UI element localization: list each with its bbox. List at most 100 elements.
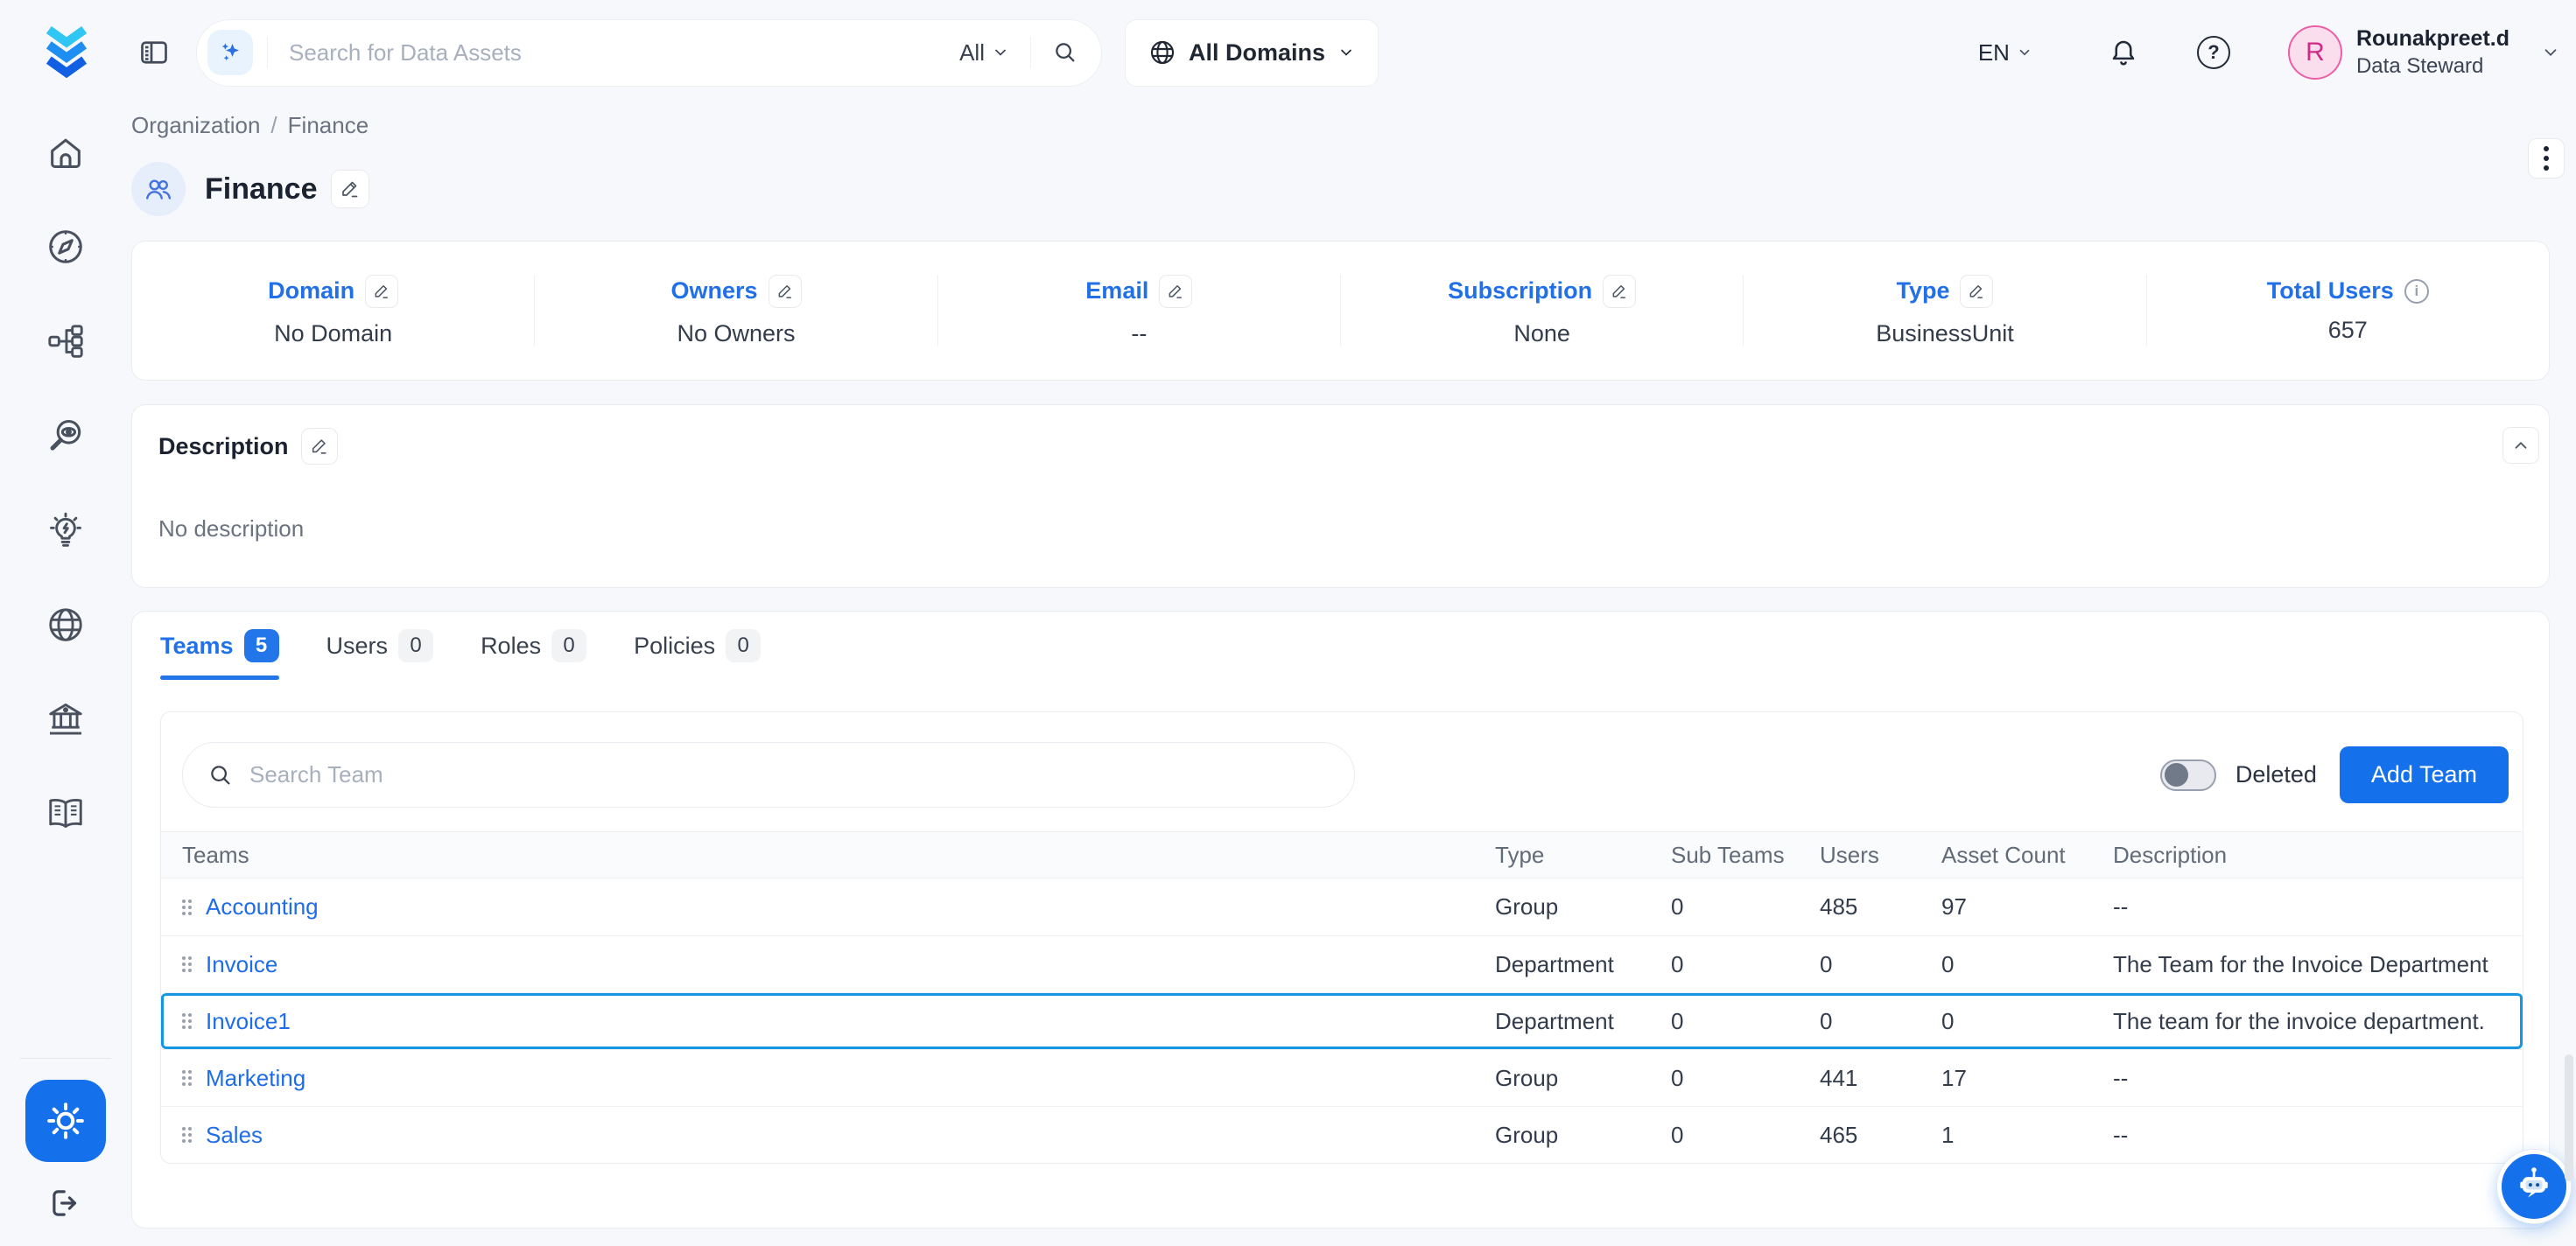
team-type: Group bbox=[1495, 1122, 1671, 1149]
drag-handle[interactable] bbox=[182, 956, 192, 972]
tab-teams[interactable]: Teams 5 bbox=[160, 612, 279, 680]
breadcrumb-organization[interactable]: Organization bbox=[131, 112, 260, 139]
team-users: 0 bbox=[1820, 1008, 1941, 1035]
user-menu[interactable]: Rounakpreet.d Data Steward bbox=[2356, 25, 2509, 79]
team-link-invoice[interactable]: Invoice bbox=[206, 951, 277, 978]
info-field-domain: Domain No Domain bbox=[132, 275, 534, 347]
sidebar-item-insights[interactable] bbox=[0, 483, 131, 578]
team-users: 0 bbox=[1820, 951, 1941, 978]
column-header-asset-count: Asset Count bbox=[1941, 842, 2113, 869]
sidebar-item-logout[interactable] bbox=[47, 1185, 84, 1222]
left-sidebar bbox=[0, 105, 131, 1246]
team-description: -- bbox=[2113, 1122, 2523, 1149]
sidebar-item-observability[interactable] bbox=[0, 388, 131, 483]
gear-icon bbox=[45, 1100, 87, 1142]
tab-policies[interactable]: Policies 0 bbox=[634, 612, 761, 680]
global-search-input[interactable] bbox=[268, 39, 959, 66]
drag-handle[interactable] bbox=[182, 1013, 192, 1029]
chatbot-button[interactable] bbox=[2497, 1150, 2571, 1223]
team-sub-teams: 0 bbox=[1671, 951, 1820, 978]
tab-policies-label: Policies bbox=[634, 633, 715, 660]
column-header-teams: Teams bbox=[161, 842, 1495, 869]
edit-email-button[interactable] bbox=[1159, 275, 1192, 308]
tab-roles[interactable]: Roles 0 bbox=[481, 612, 586, 680]
chevron-down-icon[interactable] bbox=[2541, 43, 2560, 62]
pencil-icon bbox=[776, 283, 794, 300]
sidebar-item-domains[interactable] bbox=[0, 578, 131, 672]
pencil-icon bbox=[310, 437, 329, 456]
edit-owners-button[interactable] bbox=[769, 275, 802, 308]
drag-handle[interactable] bbox=[182, 900, 192, 915]
team-users: 465 bbox=[1820, 1122, 1941, 1149]
sidebar-item-settings[interactable] bbox=[25, 1080, 106, 1162]
edit-description-button[interactable] bbox=[301, 428, 338, 465]
deleted-toggle[interactable] bbox=[2160, 760, 2216, 791]
teams-table-panel: Deleted Add Team Teams Type Sub Teams Us… bbox=[160, 711, 2523, 1164]
team-link-invoice1[interactable]: Invoice1 bbox=[206, 1008, 291, 1035]
sidebar-item-data-flow[interactable] bbox=[0, 294, 131, 388]
team-link-accounting[interactable]: Accounting bbox=[206, 893, 319, 920]
sidebar-item-home[interactable] bbox=[0, 105, 131, 200]
team-asset-count: 0 bbox=[1941, 1008, 2113, 1035]
domain-value: No Domain bbox=[274, 320, 392, 347]
team-link-marketing[interactable]: Marketing bbox=[206, 1065, 305, 1092]
email-value: -- bbox=[1131, 320, 1147, 347]
breadcrumb: Organization / Finance bbox=[131, 112, 2576, 139]
notifications-bell-icon[interactable] bbox=[2108, 37, 2139, 68]
team-description: The Team for the Invoice Department bbox=[2113, 951, 2523, 978]
domain-label: Domain bbox=[268, 277, 354, 304]
edit-title-button[interactable] bbox=[331, 170, 369, 208]
language-value: EN bbox=[1978, 39, 2010, 66]
tab-users[interactable]: Users 0 bbox=[326, 612, 434, 680]
info-icon: i bbox=[2404, 279, 2429, 304]
collapse-description-button[interactable] bbox=[2502, 427, 2539, 464]
search-scope-dropdown[interactable]: All bbox=[959, 39, 1009, 66]
edit-subscription-button[interactable] bbox=[1603, 275, 1636, 308]
sidebar-toggle-icon[interactable] bbox=[138, 37, 170, 68]
info-field-email: Email -- bbox=[938, 275, 1340, 347]
manage-menu-button[interactable] bbox=[2528, 138, 2565, 178]
scrollbar-thumb[interactable] bbox=[2565, 1054, 2573, 1181]
description-panel: Description No description bbox=[131, 404, 2550, 588]
search-icon[interactable] bbox=[1052, 39, 1078, 66]
language-selector[interactable]: EN bbox=[1978, 39, 2032, 66]
domain-selector[interactable]: All Domains bbox=[1125, 19, 1379, 87]
edit-domain-button[interactable] bbox=[365, 275, 398, 308]
team-type: Department bbox=[1495, 951, 1671, 978]
tab-roles-label: Roles bbox=[481, 633, 541, 660]
add-team-button[interactable]: Add Team bbox=[2340, 746, 2509, 803]
deleted-toggle-label: Deleted bbox=[2236, 761, 2317, 788]
team-link-sales[interactable]: Sales bbox=[206, 1122, 263, 1149]
owners-value: No Owners bbox=[677, 320, 795, 347]
total-users-value: 657 bbox=[2328, 317, 2368, 344]
tab-teams-count: 5 bbox=[244, 629, 279, 662]
edit-type-button[interactable] bbox=[1960, 275, 1993, 308]
robot-icon bbox=[2511, 1164, 2557, 1209]
drag-handle[interactable] bbox=[182, 1070, 192, 1086]
team-search-input[interactable] bbox=[249, 761, 1330, 788]
table-row: Invoice Department 0 0 0 The Team for th… bbox=[161, 935, 2523, 992]
team-type: Group bbox=[1495, 893, 1671, 920]
breadcrumb-finance[interactable]: Finance bbox=[288, 112, 369, 139]
bank-icon bbox=[46, 699, 86, 739]
ai-sparkle-button[interactable] bbox=[207, 30, 253, 75]
drag-handle[interactable] bbox=[182, 1127, 192, 1143]
top-bar: All All Domains EN ? R Rounakpreet.d bbox=[0, 0, 2576, 105]
help-icon[interactable]: ? bbox=[2197, 36, 2230, 69]
sidebar-item-govern[interactable] bbox=[0, 672, 131, 766]
app-logo-icon[interactable] bbox=[35, 21, 98, 84]
table-controls: Deleted Add Team bbox=[161, 712, 2523, 831]
subscription-label: Subscription bbox=[1448, 277, 1592, 304]
chevron-down-icon bbox=[1337, 44, 1355, 61]
user-avatar[interactable]: R bbox=[2288, 25, 2342, 80]
team-type: Department bbox=[1495, 1008, 1671, 1035]
sidebar-item-learning[interactable] bbox=[0, 766, 131, 861]
tab-bar: Teams 5 Users 0 Roles 0 Policies 0 bbox=[132, 612, 2549, 680]
user-role: Data Steward bbox=[2356, 53, 2509, 80]
column-header-type: Type bbox=[1495, 842, 1671, 869]
divider bbox=[1030, 37, 1031, 68]
compass-icon bbox=[46, 227, 86, 267]
sidebar-item-explore[interactable] bbox=[0, 200, 131, 294]
team-asset-count: 97 bbox=[1941, 893, 2113, 920]
tab-users-count: 0 bbox=[398, 629, 433, 662]
